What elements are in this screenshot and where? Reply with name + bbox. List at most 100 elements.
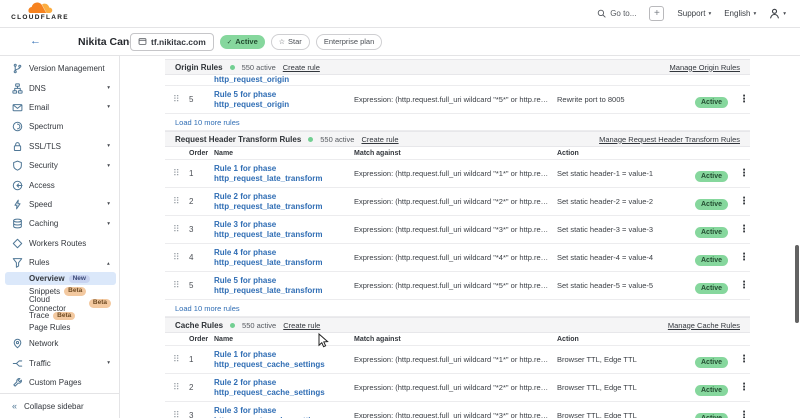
zone-name: tf.nikitac.com: [151, 37, 206, 47]
drag-handle-icon[interactable]: ⠿: [173, 281, 189, 290]
sidebar-item-network[interactable]: Network: [0, 334, 119, 353]
kebab-menu-button[interactable]: ⋮: [738, 168, 750, 179]
sidebar-item-speed[interactable]: Speed▾: [0, 195, 119, 214]
sidebar-item-label: Access: [29, 181, 110, 190]
match-cell: Expression: (http.request.full_uri wildc…: [354, 411, 557, 418]
drag-handle-icon[interactable]: ⠿: [173, 383, 189, 392]
rules-submenu: OverviewNewSnippetsBetaCloud ConnectorBe…: [0, 272, 119, 334]
kebab-menu-button[interactable]: ⋮: [738, 196, 750, 207]
match-cell: Expression: (http.request.full_uri wildc…: [354, 95, 557, 104]
sidebar-nav: Version ManagementDNS▾Email▾SpectrumSSL/…: [0, 56, 119, 393]
sidebar-subitem-overview[interactable]: OverviewNew: [5, 272, 116, 285]
beta-badge: Beta: [89, 299, 111, 308]
rule-name-link[interactable]: Rule 3 for phasehttp_request_cache_setti…: [214, 406, 354, 418]
traffic-icon: [12, 358, 23, 369]
kebab-menu-button[interactable]: ⋮: [738, 280, 750, 291]
rule-name-link[interactable]: Rule 4 for phasehttp_request_late_transf…: [214, 248, 354, 268]
manage-rules-link[interactable]: Manage Request Header Transform Rules: [599, 135, 740, 144]
chevron-down-icon: ▾: [107, 221, 110, 227]
rule-name-link[interactable]: Rule 1 for phasehttp_request_late_transf…: [214, 164, 354, 184]
kebab-menu-button[interactable]: ⋮: [738, 410, 750, 418]
rule-name-link[interactable]: Rule 2 for phasehttp_request_late_transf…: [214, 192, 354, 212]
back-arrow-icon[interactable]: ←: [30, 35, 41, 47]
sidebar-item-spectrum[interactable]: Spectrum: [0, 117, 119, 136]
drag-handle-icon[interactable]: ⠿: [173, 225, 189, 234]
drag-handle-icon[interactable]: ⠿: [173, 355, 189, 364]
zone-selector[interactable]: tf.nikitac.com: [130, 33, 214, 51]
create-rule-link[interactable]: Create rule: [361, 135, 398, 144]
kebab-menu-button[interactable]: ⋮: [738, 252, 750, 263]
sidebar-item-version-management[interactable]: Version Management: [0, 59, 119, 78]
support-label: Support: [677, 9, 705, 18]
user-menu[interactable]: ▾: [769, 8, 786, 19]
column-order: Order: [189, 150, 214, 157]
column-name: Name: [214, 150, 354, 157]
order-cell: 5: [189, 281, 214, 290]
kebab-menu-button[interactable]: ⋮: [738, 382, 750, 393]
sidebar-item-custom-pages[interactable]: Custom Pages: [0, 373, 119, 392]
sidebar-item-dns[interactable]: DNS▾: [0, 78, 119, 97]
manage-rules-link[interactable]: Manage Cache Rules: [668, 321, 740, 330]
sidebar-item-rules[interactable]: Rules▾: [0, 253, 119, 272]
active-count: 550 active: [320, 135, 354, 144]
order-cell: 3: [189, 225, 214, 234]
vertical-scrollbar[interactable]: [795, 245, 799, 323]
rule-name-link[interactable]: Rule 5 for phasehttp_request_late_transf…: [214, 276, 354, 296]
sidebar-item-label: Speed: [29, 200, 107, 209]
active-count: 550 active: [242, 63, 276, 72]
rule-name-link[interactable]: Rule 5 for phasehttp_request_origin: [214, 90, 354, 110]
sidebar-item-workers-routes[interactable]: Workers Routes: [0, 234, 119, 253]
rule-name-line1: Rule 2 for phase: [214, 192, 354, 202]
order-cell: 4: [189, 253, 214, 262]
sidebar-item-traffic[interactable]: Traffic▾: [0, 353, 119, 372]
kebab-menu-button[interactable]: ⋮: [738, 354, 750, 365]
sidebar-item-label: Security: [29, 161, 107, 170]
drag-handle-icon[interactable]: ⠿: [173, 169, 189, 178]
rule-name-link[interactable]: http_request_origin: [214, 75, 354, 85]
load-more-link[interactable]: Load 10 more rules: [165, 114, 750, 131]
manage-rules-link[interactable]: Manage Origin Rules: [670, 63, 740, 72]
collapse-sidebar-button[interactable]: « Collapse sidebar: [0, 393, 119, 418]
section-header-origin-rules: Origin Rules 550 active Create rule Manage …: [165, 59, 750, 75]
drag-handle-icon[interactable]: ⠿: [173, 197, 189, 206]
sidebar-item-caching[interactable]: Caching▾: [0, 214, 119, 233]
sidebar-subitem-cloud-connector[interactable]: Cloud ConnectorBeta: [0, 297, 119, 309]
sidebar-item-label: Rules: [29, 258, 107, 267]
goto-search[interactable]: Go to...: [597, 9, 636, 18]
sidebar-item-security[interactable]: Security▾: [0, 156, 119, 175]
status-badge-cell: Active: [695, 91, 738, 109]
sidebar-subitem-page-rules[interactable]: Page Rules: [0, 322, 119, 334]
sidebar-item-label: Email: [29, 103, 107, 112]
sidebar-subitem-label: Overview: [29, 274, 65, 283]
drag-handle-icon[interactable]: ⠿: [173, 411, 189, 418]
drag-handle-icon[interactable]: ⠿: [173, 253, 189, 262]
kebab-menu-button[interactable]: ⋮: [738, 94, 750, 105]
support-menu[interactable]: Support ▾: [677, 9, 711, 18]
sidebar-item-access[interactable]: Access: [0, 175, 119, 194]
sidebar-item-label: Workers Routes: [29, 239, 110, 248]
kebab-menu-button[interactable]: ⋮: [738, 224, 750, 235]
rule-name-link[interactable]: Rule 1 for phasehttp_request_cache_setti…: [214, 350, 354, 370]
create-rule-link[interactable]: Create rule: [283, 63, 320, 72]
order-cell: 1: [189, 169, 214, 178]
sidebar-item-ssl-tls[interactable]: SSL/TLS▾: [0, 137, 119, 156]
add-button[interactable]: +: [649, 6, 664, 21]
create-rule-link[interactable]: Create rule: [283, 321, 320, 330]
sidebar-subitem-trace[interactable]: TraceBeta: [0, 310, 119, 322]
language-menu[interactable]: English ▾: [724, 9, 756, 18]
star-button[interactable]: ☆ Star: [271, 34, 310, 50]
rule-name-link[interactable]: Rule 2 for phasehttp_request_cache_setti…: [214, 378, 354, 398]
match-cell: Expression: (http.request.full_uri wildc…: [354, 383, 557, 392]
rule-row: ⠿3Rule 3 for phasehttp_request_cache_set…: [165, 402, 750, 418]
order-cell: 2: [189, 383, 214, 392]
plan-badge: Enterprise plan: [316, 34, 382, 50]
drag-handle-icon[interactable]: ⠿: [173, 95, 189, 104]
sidebar-item-email[interactable]: Email▾: [0, 98, 119, 117]
cloudflare-logo[interactable]: CLOUDFLARE: [8, 2, 72, 21]
rule-row: ⠿1Rule 1 for phasehttp_request_cache_set…: [165, 346, 750, 374]
section-title: Origin Rules: [175, 63, 223, 72]
load-more-link[interactable]: Load 10 more rules: [165, 300, 750, 317]
rule-name-link[interactable]: Rule 3 for phasehttp_request_late_transf…: [214, 220, 354, 240]
status-badge: Active: [695, 227, 728, 238]
network-icon: [12, 338, 23, 349]
